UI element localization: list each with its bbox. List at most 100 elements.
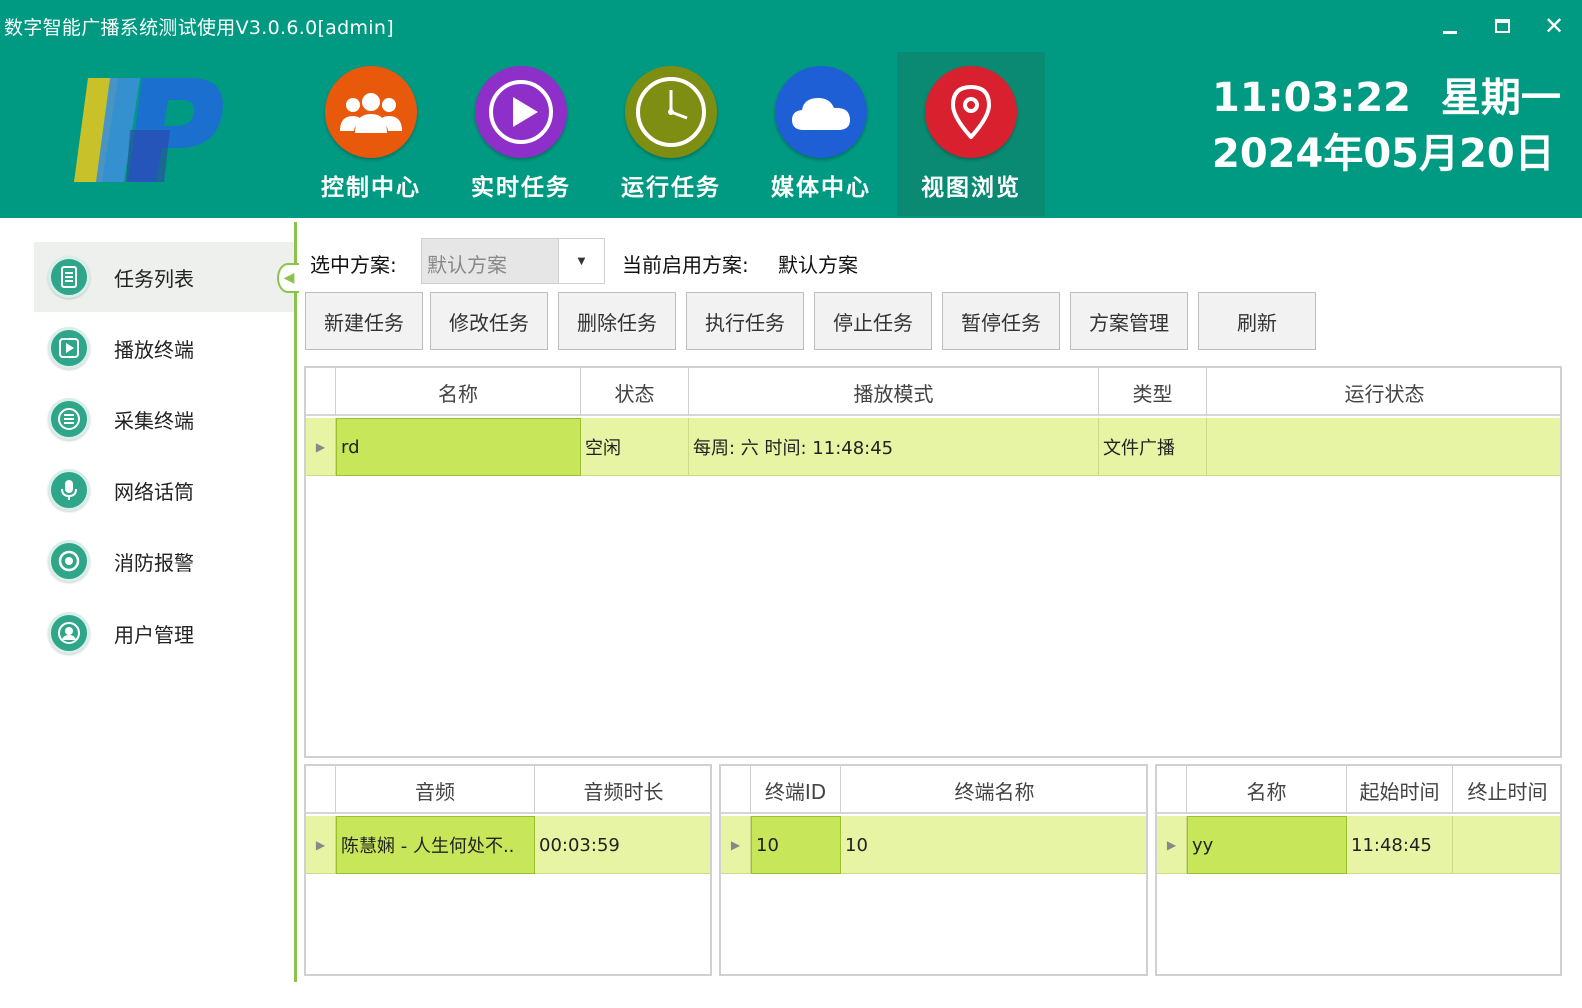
list-icon — [48, 398, 90, 440]
title-bar: 数字智能广播系统测试使用V3.0.6.0[admin] ✕ — [0, 0, 1582, 52]
microphone-icon — [48, 469, 90, 511]
maximize-icon — [1494, 19, 1510, 33]
clock-icon — [625, 66, 717, 158]
clock-weekday: 星期一 — [1440, 75, 1561, 121]
clock-date: 2024年05月20日 — [1212, 131, 1555, 177]
refresh-button[interactable]: 刷新 — [1198, 292, 1316, 350]
minimize-button[interactable] — [1428, 6, 1472, 46]
nav-label: 实时任务 — [471, 175, 571, 201]
column-header[interactable]: 名称 — [1187, 766, 1347, 814]
scheme-select[interactable]: 默认方案 ▼ — [421, 238, 605, 284]
column-header[interactable]: 起始时间 — [1347, 766, 1453, 814]
user-icon — [48, 612, 90, 654]
nav-label: 媒体中心 — [771, 175, 871, 201]
table-row[interactable]: ▶ rd 空闲 每周: 六 时间: 11:48:45 文件广播 — [306, 418, 1560, 476]
users-icon — [325, 66, 417, 158]
clock-time-line: 11:03:22 星期一 — [1212, 70, 1561, 126]
time-name-cell[interactable]: yy — [1187, 816, 1347, 874]
ip-logo — [74, 78, 223, 182]
audio-duration-cell[interactable]: 00:03:59 — [535, 816, 710, 874]
table-row[interactable]: ▶ 10 10 — [721, 816, 1146, 874]
task-name-cell[interactable]: rd — [336, 418, 581, 476]
app-header: 控制中心 实时任务 运行任务 媒体中心 视图浏览 11:03:22 星期一 20… — [0, 52, 1582, 218]
scheme-management-button[interactable]: 方案管理 — [1070, 292, 1188, 350]
row-indicator-icon: ▶ — [721, 816, 751, 874]
sidebar-item-label: 采集终端 — [114, 408, 194, 433]
table-row[interactable]: ▶ 陈慧娴 - 人生何处不.. 00:03:59 — [306, 816, 710, 874]
sidebar-item-label: 消防报警 — [114, 550, 194, 575]
column-header[interactable]: 终端名称 — [841, 766, 1146, 814]
column-header[interactable]: 音频 — [336, 766, 535, 814]
nav-control-center[interactable]: 控制中心 — [297, 52, 445, 216]
column-header[interactable]: 名称 — [336, 368, 581, 416]
cloud-icon — [775, 66, 867, 158]
chevron-down-icon[interactable]: ▼ — [558, 239, 604, 283]
column-header[interactable]: 终止时间 — [1453, 766, 1560, 814]
sidebar-collapse-button[interactable]: ◀ — [277, 263, 299, 293]
nav-running-task[interactable]: 运行任务 — [597, 52, 745, 216]
clock-time: 11:03:22 — [1212, 75, 1411, 121]
maximize-button[interactable] — [1480, 6, 1524, 46]
map-pin-icon — [925, 66, 1017, 158]
nav-label: 控制中心 — [321, 175, 421, 201]
document-icon — [48, 256, 90, 298]
delete-task-button[interactable]: 删除任务 — [558, 292, 676, 350]
close-button[interactable]: ✕ — [1532, 6, 1576, 46]
audio-name-cell[interactable]: 陈慧娴 - 人生何处不.. — [336, 816, 535, 874]
sidebar-item-label: 网络话筒 — [114, 479, 194, 504]
chevron-left-icon: ◀ — [283, 270, 295, 286]
row-indicator-icon: ▶ — [306, 418, 336, 476]
scheme-select-value: 默认方案 — [427, 253, 507, 277]
row-header-corner — [306, 368, 336, 416]
table-row[interactable]: ▶ yy 11:48:45 — [1157, 816, 1560, 874]
edit-task-button[interactable]: 修改任务 — [430, 292, 548, 350]
new-task-button[interactable]: 新建任务 — [305, 292, 423, 350]
table-header: 终端ID 终端名称 — [721, 766, 1146, 814]
column-header[interactable]: 终端ID — [751, 766, 841, 814]
execute-task-button[interactable]: 执行任务 — [686, 292, 804, 350]
sidebar-item-task-list[interactable]: 任务列表 — [34, 242, 296, 312]
sidebar-item-label: 用户管理 — [114, 622, 194, 647]
nav-view-browse[interactable]: 视图浏览 — [897, 52, 1045, 216]
row-header-corner — [721, 766, 751, 814]
sidebar-item-play-terminal[interactable]: 播放终端 — [34, 313, 296, 383]
clock-panel: 11:03:22 星期一 2024年05月20日 — [1212, 70, 1561, 182]
sidebar-item-label: 任务列表 — [114, 266, 194, 291]
current-scheme-value: 默认方案 — [778, 253, 858, 277]
close-icon: ✕ — [1543, 12, 1565, 40]
play-square-icon — [48, 327, 90, 369]
task-run-status-cell[interactable] — [1207, 418, 1560, 476]
column-header[interactable]: 音频时长 — [535, 766, 710, 814]
select-scheme-label: 选中方案: — [310, 253, 397, 277]
sidebar-item-network-mic[interactable]: 网络话筒 — [34, 455, 296, 525]
column-header[interactable]: 运行状态 — [1207, 368, 1560, 416]
sidebar-item-label: 播放终端 — [114, 337, 194, 362]
task-status-cell[interactable]: 空闲 — [581, 418, 689, 476]
end-time-cell[interactable] — [1453, 816, 1560, 874]
task-type-cell[interactable]: 文件广播 — [1099, 418, 1207, 476]
table-header: 名称 状态 播放模式 类型 运行状态 — [306, 368, 1560, 416]
column-header[interactable]: 类型 — [1099, 368, 1207, 416]
minimize-icon — [1443, 30, 1457, 34]
terminal-id-cell[interactable]: 10 — [751, 816, 841, 874]
column-header[interactable]: 播放模式 — [689, 368, 1099, 416]
terminal-name-cell[interactable]: 10 — [841, 816, 1146, 874]
sidebar-item-user-management[interactable]: 用户管理 — [34, 598, 296, 668]
time-table: 名称 起始时间 终止时间 ▶ yy 11:48:45 — [1155, 764, 1562, 976]
task-play-mode-cell[interactable]: 每周: 六 时间: 11:48:45 — [689, 418, 1099, 476]
row-indicator-icon: ▶ — [1157, 816, 1187, 874]
pause-task-button[interactable]: 暂停任务 — [942, 292, 1060, 350]
row-header-corner — [306, 766, 336, 814]
nav-label: 视图浏览 — [921, 175, 1021, 201]
nav-media-center[interactable]: 媒体中心 — [747, 52, 895, 216]
table-header: 名称 起始时间 终止时间 — [1157, 766, 1560, 814]
window-title: 数字智能广播系统测试使用V3.0.6.0[admin] — [4, 17, 394, 39]
column-header[interactable]: 状态 — [581, 368, 689, 416]
stop-task-button[interactable]: 停止任务 — [814, 292, 932, 350]
sidebar-item-fire-alarm[interactable]: 消防报警 — [34, 526, 296, 596]
nav-realtime-task[interactable]: 实时任务 — [447, 52, 595, 216]
start-time-cell[interactable]: 11:48:45 — [1347, 816, 1453, 874]
audio-table: 音频 音频时长 ▶ 陈慧娴 - 人生何处不.. 00:03:59 — [304, 764, 712, 976]
alarm-icon — [48, 540, 90, 582]
sidebar-item-capture-terminal[interactable]: 采集终端 — [34, 384, 296, 454]
